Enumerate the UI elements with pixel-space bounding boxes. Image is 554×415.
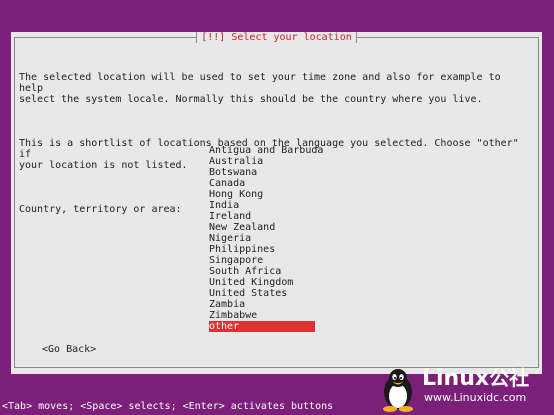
list-item[interactable]: Ireland <box>209 211 323 222</box>
list-item[interactable]: United States <box>209 288 323 299</box>
list-item[interactable]: Australia <box>209 156 323 167</box>
list-item[interactable]: Philippines <box>209 244 323 255</box>
list-item[interactable]: South Africa <box>209 266 323 277</box>
list-item[interactable]: Nigeria <box>209 233 323 244</box>
description-paragraph-1: The selected location will be used to se… <box>19 72 501 105</box>
country-list[interactable]: Antigua and Barbuda Australia Botswana Cana… <box>209 145 323 332</box>
list-item[interactable]: Canada <box>209 178 323 189</box>
list-item[interactable]: Botswana <box>209 167 323 178</box>
watermark-brand: Linux公社 <box>422 365 529 392</box>
list-item[interactable]: Hong Kong <box>209 189 323 200</box>
watermark-brand-text: Linux <box>422 366 490 391</box>
watermark-brand-suffix: 公社 <box>489 366 530 390</box>
dialog-title: [!!] Select your location <box>15 32 538 43</box>
list-item[interactable]: Zimbabwe <box>209 310 323 321</box>
watermark-url: www.Linuxidc.com <box>424 391 527 404</box>
list-item[interactable]: New Zealand <box>209 222 323 233</box>
list-item[interactable]: India <box>209 200 323 211</box>
tux-penguin-icon <box>383 369 413 412</box>
list-item-selected[interactable]: other <box>209 321 315 332</box>
list-item[interactable]: United Kingdom <box>209 277 323 288</box>
list-item[interactable]: Singapore <box>209 255 323 266</box>
list-item[interactable]: Zambia <box>209 299 323 310</box>
list-item[interactable]: Antigua and Barbuda <box>209 145 323 156</box>
watermark-logo: Linux公社 www.Linuxidc.com <box>378 365 546 413</box>
dialog-title-text: [!!] Select your location <box>196 32 357 43</box>
go-back-button[interactable]: <Go Back> <box>42 344 96 355</box>
location-dialog: [!!] Select your location The selected l… <box>11 32 542 374</box>
